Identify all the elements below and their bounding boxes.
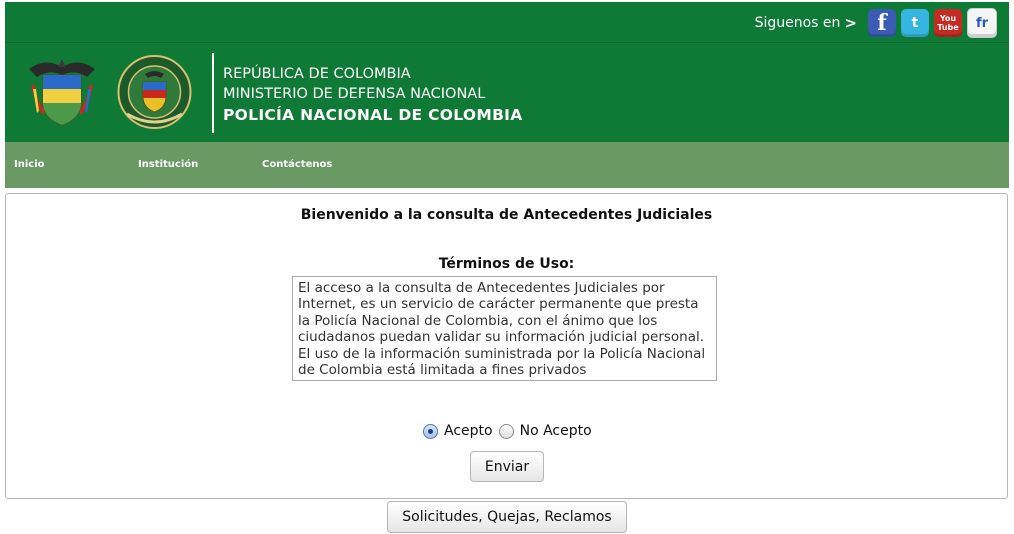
header-line-republic: REPÚBLICA DE COLOMBIA — [223, 66, 411, 82]
terms-textarea[interactable]: El acceso a la consulta de Antecedentes … — [292, 276, 717, 381]
police-emblem-icon — [117, 55, 192, 129]
facebook-icon[interactable]: f — [868, 9, 896, 37]
youtube-icon-top: You — [939, 14, 957, 23]
welcome-title: Bienvenido a la consulta de Antecedentes… — [300, 207, 713, 223]
colombia-coat-of-arms-icon — [29, 59, 95, 126]
accept-radio-label: Acepto — [444, 423, 493, 439]
nav-item-contactenos[interactable]: Contáctenos — [262, 159, 332, 170]
nav-item-institucion[interactable]: Institución — [138, 159, 198, 170]
follow-arrow: > — [844, 14, 857, 32]
twitter-icon[interactable]: t — [901, 9, 929, 37]
friendfeed-icon[interactable]: fr — [967, 8, 997, 38]
header-divider — [212, 53, 214, 133]
terms-title: Términos de Uso: — [438, 256, 575, 272]
twitter-icon-letter: t — [911, 15, 919, 31]
submit-button[interactable]: Enviar — [470, 451, 544, 482]
youtube-icon-bottom: Tube — [937, 23, 959, 32]
pqr-button[interactable]: Solicitudes, Quejas, Reclamos — [387, 501, 627, 533]
social-follow: Siguenos en > f t You Tube fr — [755, 8, 997, 38]
friendfeed-icon-letters: fr — [975, 15, 989, 31]
header-line-police: POLICÍA NACIONAL DE COLOMBIA — [223, 106, 523, 124]
accept-radio-dot — [428, 428, 433, 434]
terms-radio-group: Acepto No Acepto — [423, 423, 592, 439]
site-header: REPÚBLICA DE COLOMBIA MINISTERIO DE DEFE… — [5, 42, 1009, 142]
accept-radio[interactable] — [423, 423, 438, 439]
header-line-ministry: MINISTERIO DE DEFENSA NACIONAL — [223, 86, 486, 102]
reject-radio[interactable] — [498, 423, 514, 439]
facebook-icon-letter: f — [877, 10, 887, 36]
reject-radio-label: No Acepto — [519, 423, 592, 439]
follow-label: Siguenos en — [754, 15, 841, 31]
top-bar: Siguenos en > f t You Tube fr — [5, 2, 1009, 42]
nav-item-inicio[interactable]: Inicio — [14, 159, 45, 170]
youtube-icon[interactable]: You Tube — [934, 9, 962, 37]
consulta-panel: Bienvenido a la consulta de Antecedentes… — [5, 193, 1008, 499]
main-nav: Inicio Institución Contáctenos — [5, 142, 1009, 188]
